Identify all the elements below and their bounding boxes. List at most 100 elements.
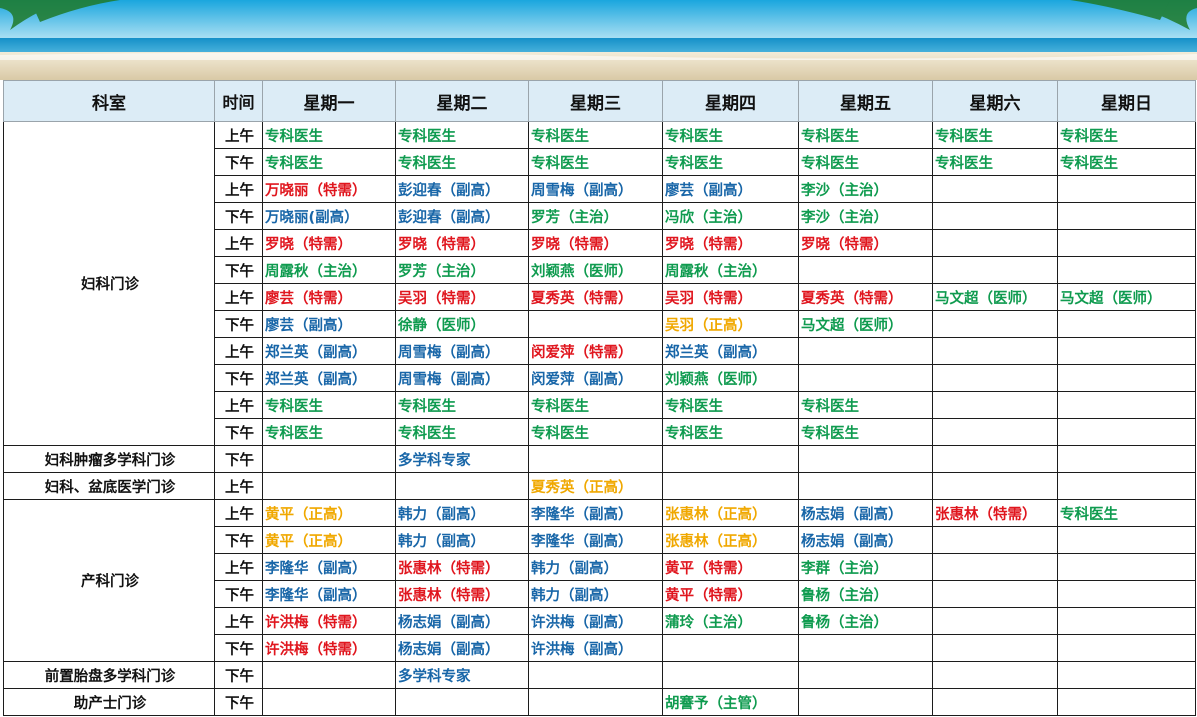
doctor-cell — [1057, 202, 1196, 230]
doctor-cell: 专科医生 — [528, 121, 663, 149]
doctor-cell: 吴羽（正高） — [662, 310, 799, 338]
doctor-cell: 许洪梅（副高） — [528, 634, 663, 662]
doctor-cell: 专科医生 — [798, 391, 933, 419]
doctor-cell — [932, 607, 1058, 635]
doctor-cell: 罗晓（特需） — [528, 229, 663, 257]
doctor-cell: 专科医生 — [262, 148, 396, 176]
doctor-cell — [662, 634, 799, 662]
doctor-cell — [1057, 553, 1196, 581]
doctor-cell — [798, 472, 933, 500]
doctor-cell: 专科医生 — [932, 121, 1058, 149]
header-dept: 科室 — [3, 80, 215, 122]
doctor-cell: 专科医生 — [798, 121, 933, 149]
doctor-cell: 许洪梅（副高） — [528, 607, 663, 635]
time-cell: 下午 — [214, 364, 263, 392]
doctor-cell: 黄平（正高） — [262, 526, 396, 554]
doctor-cell — [1057, 418, 1196, 446]
doctor-cell: 黄平（特需） — [662, 580, 799, 608]
table-row: 妇科肿瘤多学科门诊 下午 多学科专家 — [3, 445, 1196, 473]
doctor-cell: 夏秀英（特需） — [528, 283, 663, 311]
doctor-cell — [932, 337, 1058, 365]
doctor-cell — [1057, 229, 1196, 257]
dept-cell: 妇科肿瘤多学科门诊 — [3, 445, 215, 473]
doctor-cell: 徐静（医师） — [395, 310, 529, 338]
doctor-cell: 周雪梅（副高） — [395, 337, 529, 365]
doctor-cell — [1057, 337, 1196, 365]
doctor-cell — [932, 445, 1058, 473]
doctor-cell — [1057, 256, 1196, 284]
doctor-cell — [932, 175, 1058, 203]
doctor-cell — [1057, 688, 1196, 716]
doctor-cell: 张惠林（正高） — [662, 499, 799, 527]
dept-cell: 妇科、盆底医学门诊 — [3, 472, 215, 500]
doctor-cell — [932, 364, 1058, 392]
doctor-cell: 专科医生 — [528, 148, 663, 176]
doctor-cell — [932, 310, 1058, 338]
doctor-cell — [262, 445, 396, 473]
doctor-cell — [262, 472, 396, 500]
doctor-cell — [1057, 472, 1196, 500]
time-cell: 上午 — [214, 337, 263, 365]
doctor-cell: 罗晓（特需） — [395, 229, 529, 257]
doctor-cell: 刘颖燕（医师） — [662, 364, 799, 392]
dept-cell: 妇科门诊 — [3, 121, 215, 446]
doctor-cell: 闵爱萍（特需） — [528, 337, 663, 365]
doctor-cell — [932, 391, 1058, 419]
doctor-cell — [798, 661, 933, 689]
doctor-cell: 马文超（医师） — [932, 283, 1058, 311]
doctor-cell: 张惠林（特需） — [932, 499, 1058, 527]
dept-cell: 前置胎盘多学科门诊 — [3, 661, 215, 689]
table-row: 助产士门诊 下午 胡謇予（主管） — [3, 688, 1196, 716]
table-row: 前置胎盘多学科门诊 下午 多学科专家 — [3, 661, 1196, 689]
doctor-cell — [662, 661, 799, 689]
doctor-cell — [932, 580, 1058, 608]
time-cell: 上午 — [214, 607, 263, 635]
doctor-cell: 专科医生 — [932, 148, 1058, 176]
header-day-1: 星期一 — [262, 80, 396, 122]
doctor-cell — [1057, 526, 1196, 554]
time-cell: 上午 — [214, 121, 263, 149]
doctor-cell: 专科医生 — [395, 121, 529, 149]
doctor-cell: 专科医生 — [662, 121, 799, 149]
doctor-cell: 许洪梅（特需） — [262, 634, 396, 662]
table-row: 产科门诊 上午 黄平（正高） 韩力（副高） 李隆华（副高） 张惠林（正高） 杨志娟（副高）张… — [3, 499, 1196, 662]
doctor-cell — [932, 472, 1058, 500]
dept-cell: 产科门诊 — [3, 499, 215, 662]
doctor-cell: 冯欣（主治） — [662, 202, 799, 230]
doctor-cell: 彭迎春（副高） — [395, 175, 529, 203]
time-cell: 上午 — [214, 229, 263, 257]
doctor-cell: 周雪梅（副高） — [395, 364, 529, 392]
time-cell: 下午 — [214, 202, 263, 230]
dept-cell: 助产士门诊 — [3, 688, 215, 716]
doctor-cell: 专科医生 — [395, 391, 529, 419]
doctor-cell: 李沙（主治） — [798, 175, 933, 203]
table-row: 妇科门诊 上午 专科医生 专科医生 专科医生 专科医生 专科医生 专科医生 专科医生 — [3, 121, 1196, 446]
doctor-cell: 李隆华（副高） — [262, 580, 396, 608]
doctor-cell — [1057, 607, 1196, 635]
header-day-4: 星期四 — [662, 80, 799, 122]
doctor-cell — [1057, 661, 1196, 689]
doctor-cell: 马文超（医师） — [1057, 283, 1196, 311]
time-cell: 下午 — [214, 526, 263, 554]
doctor-cell: 吴羽（特需） — [662, 283, 799, 311]
header-day-2: 星期二 — [395, 80, 529, 122]
doctor-cell: 许洪梅（特需） — [262, 607, 396, 635]
doctor-cell: 专科医生 — [1057, 148, 1196, 176]
time-cell: 上午 — [214, 472, 263, 500]
doctor-cell: 韩力（副高） — [528, 580, 663, 608]
doctor-cell: 郑兰英（副高） — [262, 364, 396, 392]
doctor-cell — [1057, 364, 1196, 392]
header-day-6: 星期六 — [932, 80, 1058, 122]
time-cell: 上午 — [214, 283, 263, 311]
doctor-cell — [932, 418, 1058, 446]
doctor-cell: 郑兰英（副高） — [662, 337, 799, 365]
schedule-body: 妇科门诊 上午 专科医生 专科医生 专科医生 专科医生 专科医生 专科医生 专科医生 下午 专科医生… — [3, 121, 1196, 716]
doctor-cell — [932, 256, 1058, 284]
doctor-cell: 闵爱萍（副高） — [528, 364, 663, 392]
doctor-cell: 专科医生 — [395, 418, 529, 446]
doctor-cell — [262, 661, 396, 689]
doctor-cell: 廖芸（副高） — [662, 175, 799, 203]
doctor-cell — [798, 337, 933, 365]
doctor-cell: 韩力（副高） — [395, 526, 529, 554]
doctor-cell: 罗芳（主治） — [528, 202, 663, 230]
